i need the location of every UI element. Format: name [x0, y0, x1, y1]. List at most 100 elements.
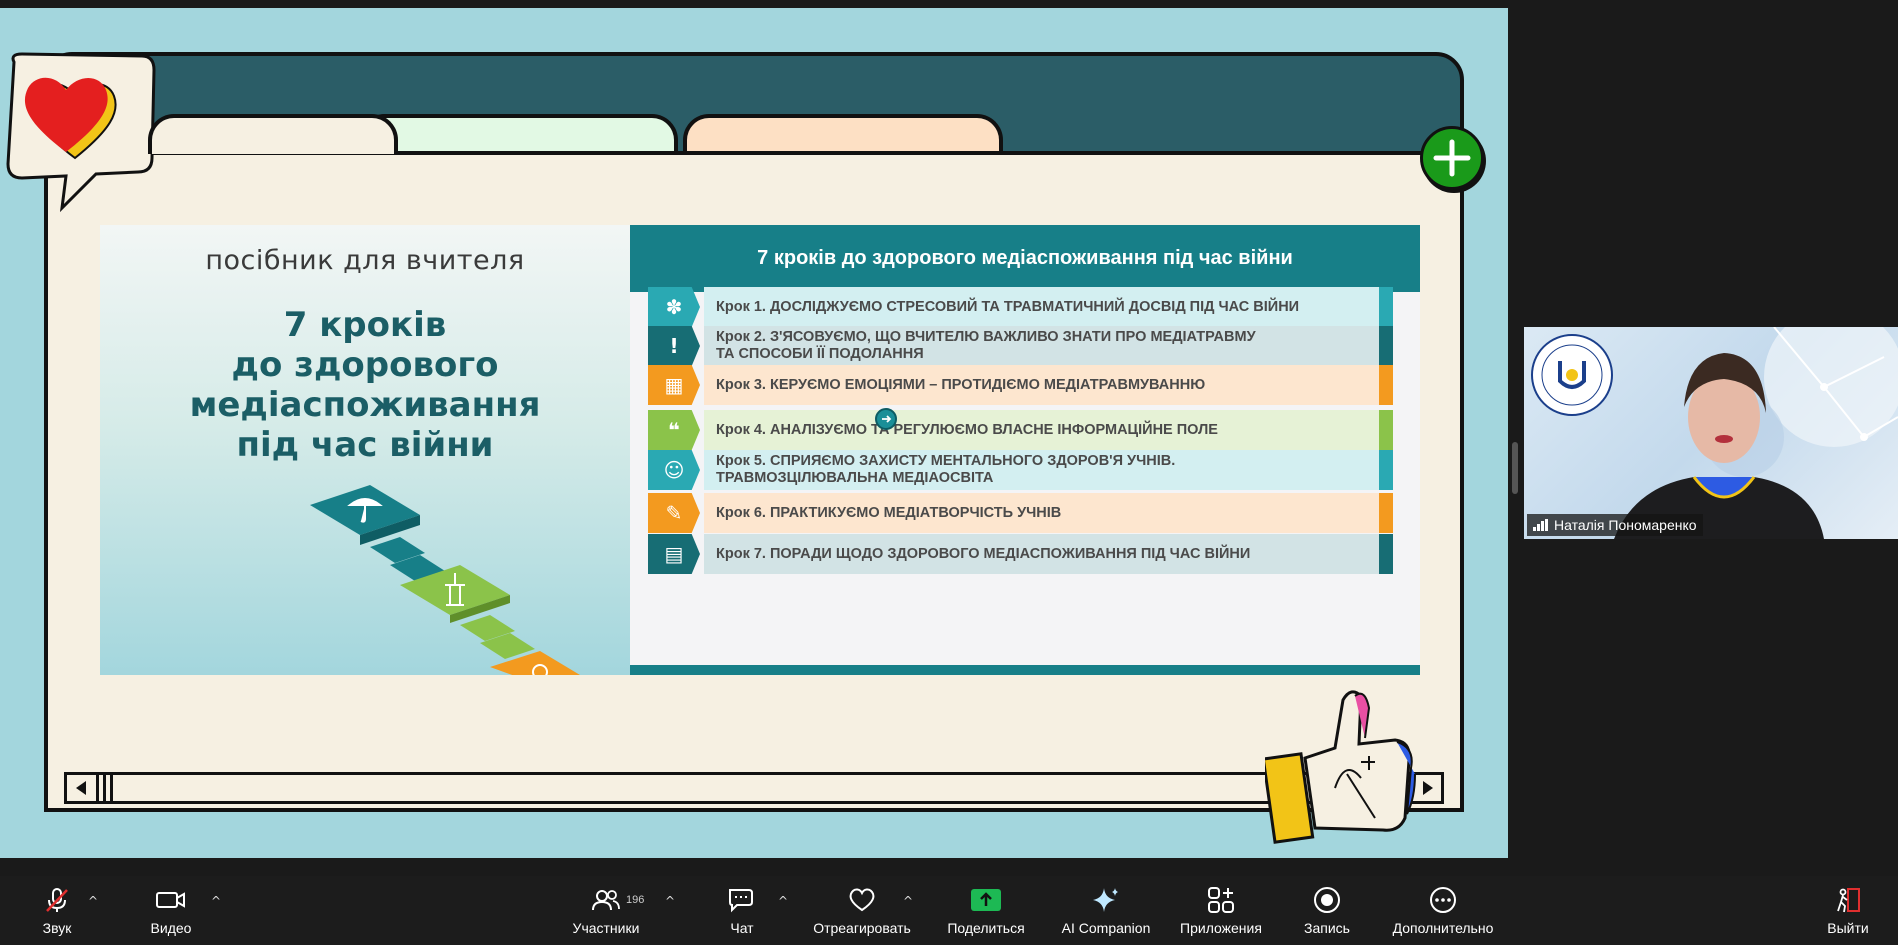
- heart-reaction-icon: [847, 886, 877, 914]
- step-bar: Крок 7. ПОРАДИ ЩОДО ЗДОРОВОГО МЕДІАСПОЖИ…: [704, 534, 1393, 574]
- palette-grid-icon: ▦: [648, 365, 700, 405]
- chat-bubbles-icon: ❝: [648, 410, 700, 450]
- horizontal-scrollbar[interactable]: [64, 772, 1444, 804]
- step-text: Крок 7. ПОРАДИ ЩОДО ЗДОРОВОГО МЕДІАСПОЖИ…: [716, 545, 1251, 562]
- step-bar: Крок 6. ПРАКТИКУЄМО МЕДІАТВОРЧІСТЬ УЧНІВ: [704, 493, 1393, 533]
- record-button[interactable]: Запись: [1300, 876, 1354, 945]
- meeting-toolbar: Звук ^ Видео ^ Участники 196 ^ Чат ^ Отр…: [0, 876, 1898, 945]
- more-dots-icon: [1429, 886, 1457, 914]
- react-button[interactable]: Отреагировать: [808, 876, 916, 945]
- heart-speech-bubble-icon: [6, 52, 156, 213]
- step-accent: [1379, 365, 1393, 405]
- step-text: Крок 1. ДОСЛІДЖУЄМО СТРЕСОВИЙ ТА ТРАВМАТ…: [716, 298, 1300, 315]
- step-text: Крок 4. АНАЛІЗУЄМО ТА РЕГУЛЮЄМО ВЛАСНЕ І…: [716, 421, 1218, 438]
- steps-panel-footer: [630, 665, 1420, 675]
- steps-panel: 7 кроків до здорового медіаспоживання пі…: [630, 225, 1420, 675]
- more-label: Дополнительно: [1392, 919, 1494, 936]
- participant-name-tag: Наталія Пономаренко: [1527, 514, 1703, 536]
- guide-title: 7 кроків до здорового медіаспоживання пі…: [189, 305, 541, 465]
- apps-button[interactable]: Приложения: [1175, 876, 1267, 945]
- chat-label: Чат: [730, 919, 754, 936]
- share-screen-icon: [970, 886, 1002, 914]
- step-text: Крок 2. З'ЯСОВУЄМО, ЩО ВЧИТЕЛЮ ВАЖЛИВО З…: [716, 329, 1256, 362]
- more-button[interactable]: Дополнительно: [1386, 876, 1500, 945]
- participants-icon: [592, 886, 620, 914]
- plus-icon: [1420, 126, 1484, 190]
- apps-grid-icon: [1207, 886, 1235, 914]
- video-label: Видео: [150, 919, 192, 936]
- step-row: ❝ Крок 4. АНАЛІЗУЄМО ТА РЕГУЛЮЄМО ВЛАСНЕ …: [648, 410, 1393, 450]
- guide-cover: посібник для вчителя 7 кроків до здорово…: [100, 225, 630, 675]
- leave-button[interactable]: Выйти: [1824, 876, 1872, 945]
- steps-panel-title: 7 кроків до здорового медіаспоживання пі…: [630, 225, 1420, 292]
- participants-options-caret-icon[interactable]: ^: [665, 894, 675, 908]
- participants-label: Участники: [572, 919, 640, 936]
- video-button[interactable]: Видео: [146, 876, 196, 945]
- audio-options-caret-icon[interactable]: ^: [88, 894, 98, 908]
- apps-label: Приложения: [1180, 919, 1262, 936]
- guide-label: посібник для вчителя: [205, 245, 525, 276]
- participant-video-frame: [1531, 327, 1898, 539]
- step-text: Крок 6. ПРАКТИКУЄМО МЕДІАТВОРЧІСТЬ УЧНІВ: [716, 504, 1062, 521]
- share-screen-button[interactable]: Поделиться: [944, 876, 1028, 945]
- sparkle-icon: [1091, 886, 1121, 914]
- step-row: ✎ Крок 6. ПРАКТИКУЄМО МЕДІАТВОРЧІСТЬ УЧНІ…: [648, 493, 1393, 533]
- stairs-illustration: [310, 485, 580, 675]
- step-bar: Крок 5. СПРИЯЄМО ЗАХИСТУ МЕНТАЛЬНОГО ЗДО…: [704, 450, 1393, 490]
- record-label: Запись: [1304, 919, 1350, 936]
- share-label: Поделиться: [947, 919, 1025, 936]
- window-tab-green: [358, 114, 678, 154]
- chat-button[interactable]: Чат: [724, 876, 760, 945]
- video-options-caret-icon[interactable]: ^: [211, 894, 221, 908]
- step-row: ▦ Крок 3. КЕРУЄМО ЕМОЦІЯМИ – ПРОТИДІЄМО М…: [648, 365, 1393, 405]
- puzzle-head-icon: ✽: [648, 287, 700, 327]
- scroll-left-arrow-icon[interactable]: [67, 775, 99, 801]
- window-tab-peach: [683, 114, 1003, 154]
- window-tab-active: [148, 114, 398, 154]
- calendar-icon: ▤: [648, 534, 700, 574]
- scroll-thumb[interactable]: [103, 775, 113, 801]
- leave-door-icon: [1834, 886, 1862, 914]
- participant-name: Наталія Пономаренко: [1554, 517, 1697, 533]
- step-accent: [1379, 534, 1393, 574]
- ai-label: AI Companion: [1061, 919, 1151, 936]
- chat-icon: [727, 886, 757, 914]
- signal-strength-icon: [1533, 519, 1548, 531]
- meeting-window: посібник для вчителя 7 кроків до здорово…: [0, 0, 1898, 945]
- participants-count: 196: [626, 894, 645, 906]
- leave-label: Выйти: [1827, 919, 1869, 936]
- audio-button[interactable]: Звук: [35, 876, 79, 945]
- pointer-cursor-icon: [875, 408, 897, 430]
- step-bar: Крок 1. ДОСЛІДЖУЄМО СТРЕСОВИЙ ТА ТРАВМАТ…: [704, 287, 1393, 327]
- step-accent: [1379, 410, 1393, 450]
- step-accent: [1379, 326, 1393, 366]
- step-text: Крок 3. КЕРУЄМО ЕМОЦІЯМИ – ПРОТИДІЄМО МЕ…: [716, 376, 1206, 393]
- step-accent: [1379, 493, 1393, 533]
- step-text: Крок 5. СПРИЯЄМО ЗАХИСТУ МЕНТАЛЬНОГО ЗДО…: [716, 453, 1176, 486]
- chat-options-caret-icon[interactable]: ^: [778, 894, 788, 908]
- step-bar: Крок 3. КЕРУЄМО ЕМОЦІЯМИ – ПРОТИДІЄМО МЕ…: [704, 365, 1393, 405]
- step-row: ✽ Крок 1. ДОСЛІДЖУЄМО СТРЕСОВИЙ ТА ТРАВМА…: [648, 287, 1393, 327]
- react-options-caret-icon[interactable]: ^: [903, 894, 913, 908]
- step-row: ! Крок 2. З'ЯСОВУЄМО, ЩО ВЧИТЕЛЮ ВАЖЛИВО …: [648, 326, 1393, 366]
- step-accent: [1379, 450, 1393, 490]
- react-label: Отреагировать: [813, 919, 911, 936]
- step-row: ▤ Крок 7. ПОРАДИ ЩОДО ЗДОРОВОГО МЕДІАСПОЖ…: [648, 534, 1393, 574]
- panel-resize-handle[interactable]: [1512, 442, 1518, 494]
- warning-head-icon: !: [648, 326, 700, 366]
- step-accent: [1379, 287, 1393, 327]
- presentation-slide: посібник для вчителя 7 кроків до здорово…: [100, 225, 1420, 675]
- brain-head-icon: ☺: [648, 450, 700, 490]
- paint-palette-icon: ✎: [648, 493, 700, 533]
- participant-video-tile[interactable]: Наталія Пономаренко: [1524, 327, 1898, 539]
- ai-companion-button[interactable]: AI Companion: [1056, 876, 1156, 945]
- camera-icon: [156, 886, 186, 914]
- microphone-muted-icon: [43, 886, 71, 914]
- shared-screen: посібник для вчителя 7 кроків до здорово…: [0, 8, 1508, 858]
- record-icon: [1313, 886, 1341, 914]
- audio-label: Звук: [42, 919, 72, 936]
- step-bar: Крок 4. АНАЛІЗУЄМО ТА РЕГУЛЮЄМО ВЛАСНЕ І…: [704, 410, 1393, 450]
- step-bar: Крок 2. З'ЯСОВУЄМО, ЩО ВЧИТЕЛЮ ВАЖЛИВО З…: [704, 326, 1393, 366]
- step-row: ☺ Крок 5. СПРИЯЄМО ЗАХИСТУ МЕНТАЛЬНОГО ЗД…: [648, 450, 1393, 490]
- participants-button[interactable]: Участники: [566, 876, 646, 945]
